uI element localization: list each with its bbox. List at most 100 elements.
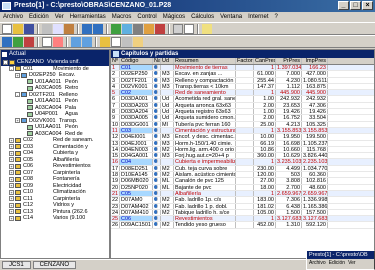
cell-qty[interactable]: 1.00	[254, 109, 276, 115]
cell-factor[interactable]	[236, 115, 254, 121]
cell-ud[interactable]: Ud	[161, 115, 174, 121]
filter-icon[interactable]	[100, 36, 110, 47]
cell-price[interactable]: 1.500	[276, 209, 302, 216]
cell-sum[interactable]: Movimiento de tierras	[174, 65, 236, 71]
cell-qty[interactable]: 1	[254, 159, 276, 165]
cell-ud[interactable]: M3	[161, 153, 174, 159]
cell-ud[interactable]: M2	[161, 203, 174, 209]
cell-imp[interactable]: 48.600	[302, 184, 328, 190]
cell-qty[interactable]: 1	[254, 65, 276, 71]
cell-factor[interactable]	[236, 165, 254, 172]
cell-qty[interactable]: 1.00	[254, 96, 276, 102]
cell-sum[interactable]: Transp.tierras < 10km	[174, 83, 236, 90]
cell-ud[interactable]	[161, 65, 174, 71]
grid-icon[interactable]	[133, 23, 143, 34]
cell-price[interactable]: 16.698	[276, 140, 302, 146]
cell-n[interactable]: 5	[111, 90, 120, 96]
cell-nat[interactable]	[153, 134, 161, 140]
cell-imp[interactable]: 1.080.511	[302, 77, 328, 83]
menu-item-?[interactable]: ?	[272, 14, 281, 20]
cell-imp[interactable]: 157.500	[302, 209, 328, 216]
cell-code[interactable]: C06	[120, 216, 153, 222]
expand-icon[interactable]: +	[9, 163, 14, 169]
minimize-button[interactable]: _	[338, 1, 349, 10]
cell-n[interactable]: 18	[111, 172, 120, 178]
cell-price[interactable]: 1.397.034	[276, 65, 302, 71]
cell-ud[interactable]: ML	[161, 178, 174, 184]
menu-item-edicin[interactable]: Edición	[26, 14, 52, 20]
column-header[interactable]: CanPres	[254, 58, 276, 64]
cell-price[interactable]: 19.950	[276, 134, 302, 140]
cell-price[interactable]: 1.112	[276, 83, 302, 90]
minimized-menu-item[interactable]: Edición	[329, 259, 345, 267]
measures-icon[interactable]	[24, 36, 34, 47]
cell-imp[interactable]: 592.120	[302, 222, 328, 228]
cell-price[interactable]: 3.808	[276, 178, 302, 184]
cell-n[interactable]: 2	[111, 71, 120, 77]
cell-n[interactable]: 17	[111, 165, 120, 172]
cell-nat[interactable]	[153, 83, 161, 90]
cell-nat[interactable]	[153, 216, 161, 222]
cell-qty[interactable]: 255.44	[254, 77, 276, 83]
cell-factor[interactable]	[236, 159, 254, 165]
cell-code[interactable]: C01	[120, 65, 153, 71]
cell-ud[interactable]: M3	[161, 71, 174, 77]
cell-price[interactable]: 1.310	[276, 222, 302, 228]
cell-price[interactable]: 4.213	[276, 121, 302, 127]
cell-code[interactable]: D02EP250	[120, 71, 153, 77]
cell-qty[interactable]: 105.00	[254, 209, 276, 216]
cell-imp[interactable]: 2.235.103	[302, 159, 328, 165]
cell-n[interactable]: 20	[111, 184, 120, 190]
cell-sum[interactable]: Cub. teja curva sobre	[174, 165, 236, 172]
table-icon[interactable]	[122, 23, 132, 34]
cell-code[interactable]: D04EI001	[120, 134, 153, 140]
cell-imp[interactable]: 1.105.237	[302, 140, 328, 146]
cell-qty[interactable]: 1	[254, 90, 276, 96]
minimized-window[interactable]: Presto[1] - C:\presto\OB Archivo Edición V…	[306, 250, 375, 270]
cell-imp[interactable]: 166.23	[302, 65, 328, 71]
structure-tree[interactable]: - CENZANO Vivienda unif. - C01 Movimiento de +…	[1, 59, 109, 260]
cell-ud[interactable]: M2	[161, 209, 174, 216]
cell-n[interactable]: 24	[111, 209, 120, 216]
help-icon[interactable]	[202, 23, 212, 34]
copy-icon[interactable]	[53, 23, 63, 34]
cell-ud[interactable]: Ud	[161, 109, 174, 115]
column-header[interactable]: Ud	[161, 58, 174, 64]
expand-icon[interactable]: +	[9, 144, 14, 150]
cell-sum[interactable]: Tendido yeso grueso	[174, 222, 236, 228]
cell-code[interactable]: C03	[120, 127, 153, 134]
cell-ud[interactable]	[161, 216, 174, 222]
cell-qty[interactable]: 181.02	[254, 203, 276, 209]
cell-factor[interactable]	[236, 83, 254, 90]
cell-code[interactable]: D09AC1501	[120, 222, 153, 228]
cell-sum[interactable]: Arqueta registro 63x63	[174, 109, 236, 115]
cell-n[interactable]: 9	[111, 115, 120, 121]
cell-qty[interactable]: 183.00	[254, 197, 276, 203]
cell-factor[interactable]	[236, 209, 254, 216]
cell-code[interactable]: D02TF201	[120, 77, 153, 83]
cell-ud[interactable]	[161, 127, 174, 134]
cell-sum[interactable]: Tabique ladrillo h. s/ce	[174, 209, 236, 216]
window-list-icon[interactable]	[2, 36, 12, 47]
cell-price[interactable]: 445.900	[276, 90, 302, 96]
cell-imp[interactable]: 3.155.853	[302, 127, 328, 134]
close-button[interactable]: ×	[362, 1, 373, 10]
sum-icon[interactable]	[122, 36, 132, 47]
cell-ud[interactable]: Ud	[161, 102, 174, 109]
cell-code[interactable]: D02VK001	[120, 83, 153, 90]
paste-icon[interactable]	[64, 23, 74, 34]
column-header[interactable]: Código	[120, 58, 153, 64]
window-tab[interactable]: CENZANO	[32, 261, 77, 269]
minimized-menu-item[interactable]: Archivo	[309, 259, 326, 267]
expand-icon[interactable]: +	[9, 189, 14, 195]
cell-imp[interactable]: 33.504	[302, 115, 328, 121]
calculator-icon[interactable]	[144, 23, 154, 34]
expand-icon[interactable]: +	[15, 72, 20, 78]
euro-icon[interactable]	[133, 36, 143, 47]
budget-icon[interactable]	[13, 36, 23, 47]
cell-nat[interactable]	[153, 77, 161, 83]
cell-price[interactable]: 10.629	[276, 153, 302, 159]
cell-imp[interactable]: 427.000	[302, 71, 328, 77]
cell-price[interactable]: 3.155.853	[276, 127, 302, 134]
cell-ud[interactable]: M2	[161, 172, 174, 178]
